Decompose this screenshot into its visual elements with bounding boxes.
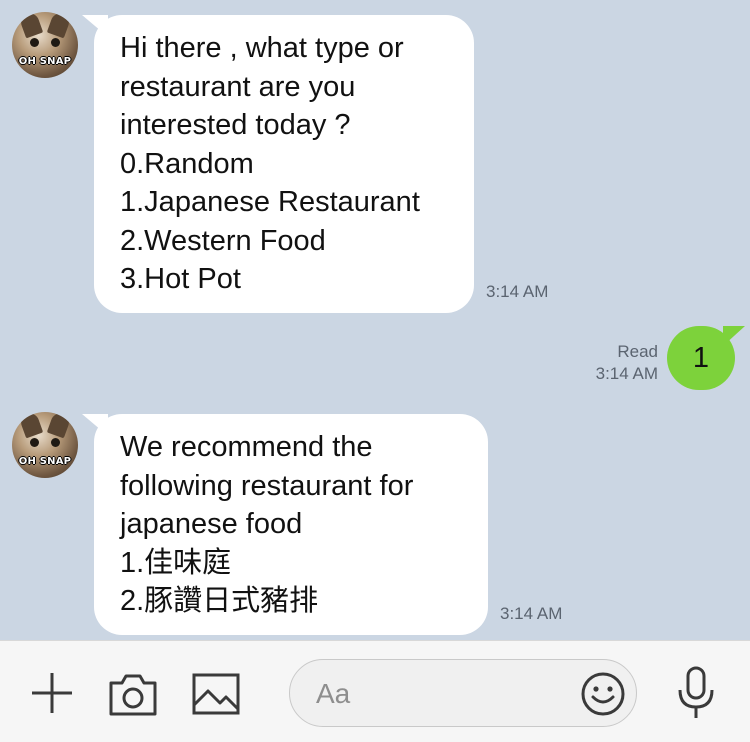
message-line: 1.Japanese Restaurant xyxy=(120,186,420,218)
message-line: japanese food xyxy=(120,508,303,540)
avatar-ear xyxy=(46,12,72,39)
chat-area: OH SNAP Hi there , what type or restaura… xyxy=(0,0,750,640)
avatar-eye xyxy=(30,38,39,47)
message-text: 1 xyxy=(692,342,710,374)
bot-avatar[interactable]: OH SNAP xyxy=(12,412,78,478)
outgoing-message-bubble[interactable]: 1 xyxy=(667,326,745,390)
avatar-caption: OH SNAP xyxy=(18,456,72,467)
incoming-message-bubble[interactable]: We recommend the following restaurant fo… xyxy=(82,414,488,635)
emoji-icon[interactable] xyxy=(580,671,626,717)
message-line: 0.Random xyxy=(120,147,254,180)
message-line: Hi there , what type or xyxy=(120,32,404,64)
message-line: 3.Hot Pot xyxy=(120,263,241,295)
message-input[interactable]: Aa xyxy=(289,659,637,727)
microphone-icon[interactable] xyxy=(676,665,716,721)
bot-avatar[interactable]: OH SNAP xyxy=(12,12,78,78)
avatar-eye xyxy=(51,438,60,447)
avatar-ear xyxy=(46,412,72,439)
avatar-eye xyxy=(51,38,60,47)
incoming-message-bubble[interactable]: Hi there , what type or restaurant are y… xyxy=(82,15,474,313)
camera-icon[interactable] xyxy=(108,671,158,717)
avatar-eye xyxy=(30,438,39,447)
message-line: 1.佳味庭 xyxy=(120,546,232,579)
message-input-placeholder: Aa xyxy=(316,678,351,709)
avatar-ear xyxy=(18,12,44,39)
message-timestamp: 3:14 AM xyxy=(486,282,549,301)
message-line: We recommend the xyxy=(120,431,373,463)
avatar-ear xyxy=(18,412,44,439)
message-line: 2.豚讚日式豬排 xyxy=(120,585,319,617)
message-line: restaurant are you xyxy=(120,70,356,103)
message-timestamp: 3:14 AM xyxy=(500,604,563,623)
message-line: following restaurant for xyxy=(120,469,414,502)
message-line: interested today ? xyxy=(120,109,351,141)
image-icon[interactable] xyxy=(192,673,240,715)
read-receipt: Read xyxy=(617,342,658,361)
avatar-caption: OH SNAP xyxy=(18,56,72,67)
composer-bar: Aa xyxy=(0,640,750,742)
message-line: 2.Western Food xyxy=(120,224,326,257)
plus-icon[interactable] xyxy=(28,669,76,717)
message-timestamp: 3:14 AM xyxy=(595,364,658,383)
